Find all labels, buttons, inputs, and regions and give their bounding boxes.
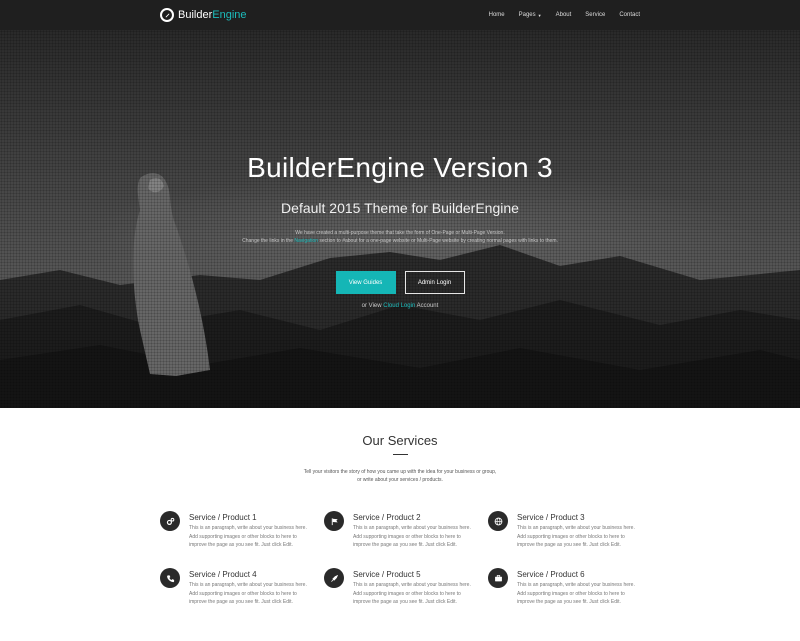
top-navbar: BuilderEngine Home Pages ▼ About Service … (0, 0, 800, 30)
nav-item-home[interactable]: Home (489, 12, 505, 18)
hero-buttons: View Guides Admin Login (0, 271, 800, 294)
globe-icon (488, 511, 508, 531)
services-divider (393, 454, 408, 455)
service-text: This is an paragraph, write about your b… (189, 525, 307, 548)
nav-item-pages[interactable]: Pages ▼ (519, 12, 542, 18)
cloud-login-line: or View Cloud Login Account (0, 303, 800, 309)
hero-description: We have created a multi-purpose theme th… (0, 229, 800, 245)
services-section: Our Services Tell your visitors the stor… (0, 408, 800, 641)
cloud-text-post: Account (416, 303, 439, 309)
hero-content: BuilderEngine Version 3 Default 2015 The… (0, 30, 800, 408)
service-title: Service / Product 1 (189, 513, 257, 522)
briefcase-icon (488, 568, 508, 588)
nav-item-pages-label: Pages (518, 12, 536, 18)
service-text: This is an paragraph, write about your b… (353, 582, 471, 605)
hero-title: BuilderEngine Version 3 (247, 152, 553, 183)
service-text: This is an paragraph, write about your b… (189, 582, 307, 605)
service-title: Service / Product 2 (353, 513, 421, 522)
cloud-text-pre: or View (361, 303, 382, 309)
hero-section: BuilderEngine Version 3 Default 2015 The… (0, 30, 800, 408)
nav-item-contact[interactable]: Contact (619, 12, 640, 18)
admin-login-button[interactable]: Admin Login (404, 271, 465, 294)
service-text: This is an paragraph, write about your b… (517, 582, 635, 605)
service-text: This is an paragraph, write about your b… (353, 525, 471, 548)
flag-icon (324, 511, 344, 531)
service-title: Service / Product 6 (517, 570, 585, 579)
services-title: Our Services (362, 433, 438, 448)
hero-description-line-1: We have created a multi-purpose theme th… (295, 230, 505, 236)
brand-name-accent: Engine (212, 9, 247, 21)
services-intro-line-1: Tell your visitors the story of how you … (303, 469, 497, 475)
service-title: Service / Product 3 (517, 513, 585, 522)
hero-desc-text-pre: Change the links in the (242, 238, 293, 244)
services-intro-line-2: or write about your services / products. (357, 477, 443, 483)
nav-item-service[interactable]: Service (585, 12, 605, 18)
chevron-down-icon: ▼ (537, 12, 542, 18)
view-guides-button[interactable]: View Guides (335, 271, 396, 294)
service-title: Service / Product 4 (189, 570, 257, 579)
rocket-icon (324, 568, 344, 588)
service-title: Service / Product 5 (353, 570, 421, 579)
cloud-login-link[interactable]: Cloud Login (383, 303, 415, 309)
phone-icon (160, 568, 180, 588)
compass-icon (160, 8, 174, 22)
services-intro: Tell your visitors the story of how you … (0, 468, 800, 484)
gears-icon (160, 511, 180, 531)
hero-subtitle: Default 2015 Theme for BuilderEngine (281, 200, 519, 216)
nav-item-about[interactable]: About (556, 12, 572, 18)
brand-name-primary: Builder (178, 9, 213, 21)
hero-description-line-2: Change the links in the Navigation secti… (0, 237, 800, 245)
hero-desc-text-post: section to #about for a one-page website… (319, 238, 558, 244)
nav-menu: Home Pages ▼ About Service Contact (475, 0, 640, 30)
brand-logo[interactable]: BuilderEngine (160, 7, 247, 23)
brand-name: BuilderEngine (178, 8, 247, 22)
service-text: This is an paragraph, write about your b… (517, 525, 635, 548)
navigation-link[interactable]: Navigation (294, 238, 318, 244)
